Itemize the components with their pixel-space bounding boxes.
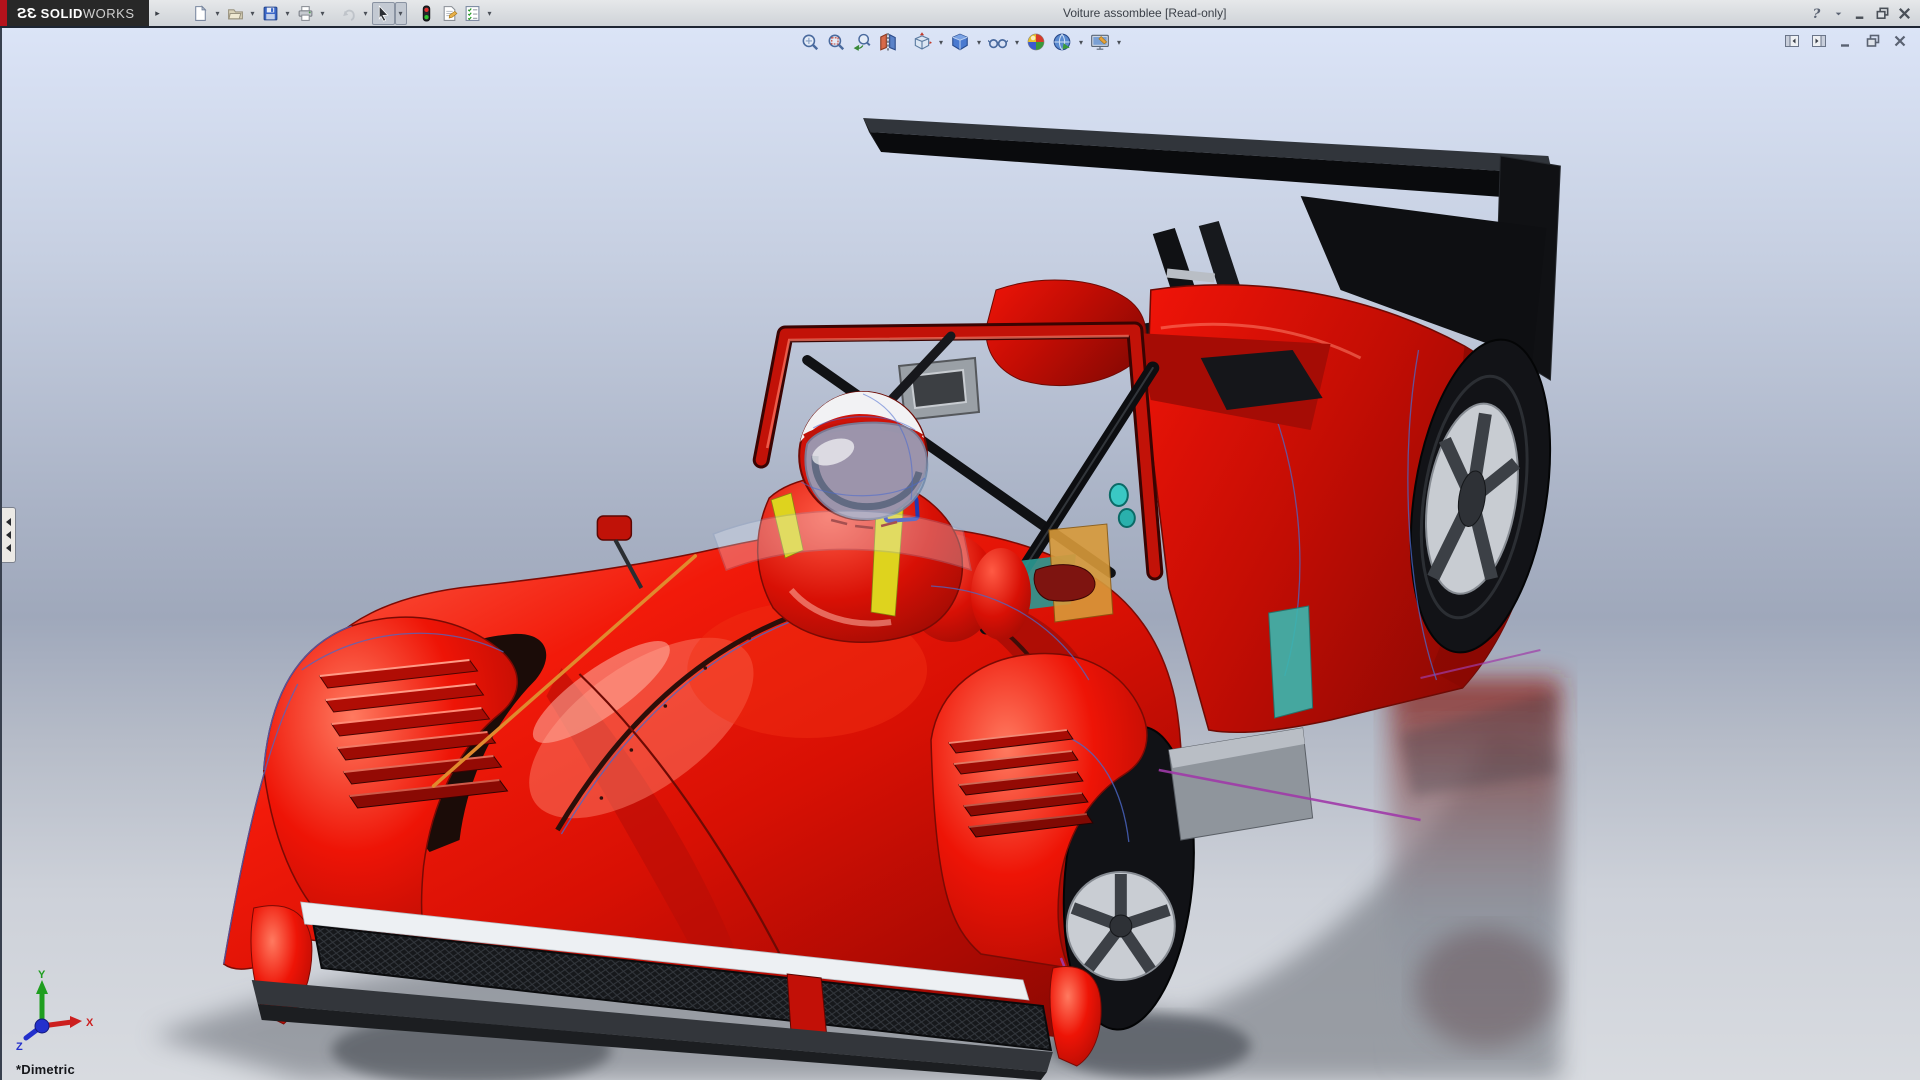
hide-show-items-button[interactable] [985, 30, 1011, 54]
view-settings-dropdown[interactable]: ▾ [1113, 30, 1125, 54]
open-icon [227, 5, 244, 22]
display-style-dropdown[interactable]: ▾ [973, 30, 985, 54]
display-style-button[interactable] [947, 30, 973, 54]
toggle-right-pane-icon [1811, 33, 1827, 49]
new-document-dropdown[interactable]: ▾ [212, 2, 224, 25]
help-icon: ? [1809, 6, 1824, 21]
document-window-controls [1782, 32, 1910, 50]
options-button[interactable] [461, 2, 484, 25]
intake-housing [897, 356, 981, 422]
options-dropdown[interactable]: ▾ [484, 2, 496, 25]
logo-brand-bold: SOLID [40, 5, 83, 21]
apply-scene-button[interactable] [1049, 30, 1075, 54]
standard-toolbar: ▾ ▾ ▾ ▾ ▾ ▾ ▾ [189, 0, 496, 26]
window-controls: ? [1806, 0, 1914, 26]
title-bar: ЗS SOLID WORKS ▸ ▾ ▾ ▾ ▾ ▾ ▾ ▾ Voiture assomble… [0, 0, 1920, 28]
collapse-arrow-icon [6, 531, 11, 539]
hide-show-items-icon [988, 32, 1008, 52]
window-close-button[interactable] [1894, 3, 1914, 23]
window-restore-icon [1875, 6, 1890, 21]
save-button[interactable] [259, 2, 282, 25]
select-button[interactable] [371, 1, 395, 25]
logo-brand-light: WORKS [82, 5, 135, 21]
model-render[interactable] [2, 28, 1920, 1080]
toggle-right-pane-button[interactable] [1809, 32, 1829, 50]
collapse-arrow-icon [6, 544, 11, 552]
doc-close-button[interactable] [1890, 32, 1910, 50]
save-dropdown[interactable]: ▾ [282, 2, 294, 25]
headsup-view-toolbar: ▾ ▾ ▾ ▾ ▾ [797, 30, 1125, 54]
open-button[interactable] [224, 2, 247, 25]
window-close-icon [1897, 6, 1912, 21]
section-view-icon [878, 32, 898, 52]
doc-restore-button[interactable] [1863, 32, 1883, 50]
view-orientation-label: *Dimetric [16, 1062, 75, 1077]
previous-view-button[interactable] [849, 30, 875, 54]
svg-text:?: ? [1812, 7, 1820, 21]
display-style-icon [950, 32, 970, 52]
window-restore-button[interactable] [1872, 3, 1892, 23]
section-view-button[interactable] [875, 30, 901, 54]
triad-x-label: X [86, 1017, 94, 1029]
doc-close-icon [1892, 33, 1908, 49]
toggle-left-pane-button[interactable] [1782, 32, 1802, 50]
logo-glyph: ЗS [17, 4, 37, 22]
help-dropdown-button[interactable] [1828, 3, 1848, 23]
collapse-arrow-icon [6, 518, 11, 526]
view-orientation-dropdown[interactable]: ▾ [935, 30, 947, 54]
open-dropdown[interactable]: ▾ [247, 2, 259, 25]
print-icon [297, 5, 314, 22]
rebuild-icon [418, 5, 435, 22]
help-dropdown-icon [1831, 6, 1846, 21]
select-dropdown[interactable]: ▾ [394, 1, 407, 25]
apply-scene-dropdown[interactable]: ▾ [1075, 30, 1087, 54]
select-icon [375, 4, 392, 22]
doc-minimize-icon [1838, 33, 1854, 49]
apply-scene-icon [1052, 32, 1072, 52]
view-settings-icon [1090, 32, 1110, 52]
options-icon [464, 5, 481, 22]
right-mirror [1033, 564, 1096, 602]
graphics-viewport[interactable]: ▾ ▾ ▾ ▾ ▾ Y X Z *Dimetric [0, 28, 1920, 1080]
edit-appearance-icon [1026, 32, 1046, 52]
print-dropdown[interactable]: ▾ [317, 2, 329, 25]
view-orientation-icon [912, 32, 932, 52]
featuremanager-collapsed-tab[interactable] [2, 507, 16, 563]
view-orientation-button[interactable] [909, 30, 935, 54]
doc-restore-icon [1865, 33, 1881, 49]
view-settings-button[interactable] [1087, 30, 1113, 54]
print-button[interactable] [294, 2, 317, 25]
new-document-button[interactable] [189, 2, 212, 25]
save-icon [262, 5, 279, 22]
window-minimize-icon [1853, 6, 1868, 21]
help-button[interactable]: ? [1806, 3, 1826, 23]
logo-accent-strip [0, 0, 7, 26]
toggle-left-pane-icon [1784, 33, 1800, 49]
undo-icon [340, 5, 357, 22]
menu-expand-arrow[interactable]: ▸ [151, 3, 165, 23]
new-document-icon [192, 4, 209, 22]
doc-minimize-button[interactable] [1836, 32, 1856, 50]
zoom-to-area-icon [826, 32, 846, 52]
solidworks-logo: ЗS SOLID WORKS [0, 0, 149, 26]
zoom-to-fit-button[interactable] [797, 30, 823, 54]
undo-dropdown[interactable]: ▾ [360, 2, 372, 25]
window-minimize-button[interactable] [1850, 3, 1870, 23]
file-properties-icon [441, 5, 458, 22]
undo-button[interactable] [337, 2, 360, 25]
triad-y-label: Y [38, 970, 46, 981]
hide-show-items-dropdown[interactable]: ▾ [1011, 30, 1023, 54]
previous-view-icon [852, 32, 872, 52]
solidworks-window: ЗS SOLID WORKS ▸ ▾ ▾ ▾ ▾ ▾ ▾ ▾ Voiture assomble… [0, 0, 1920, 1080]
zoom-to-area-button[interactable] [823, 30, 849, 54]
orientation-triad: Y X Z [16, 970, 94, 1053]
file-properties-button[interactable] [438, 2, 461, 25]
triad-z-label: Z [16, 1041, 23, 1053]
window-title: Voiture assomblee [Read-only] [1063, 6, 1227, 20]
zoom-to-fit-icon [800, 32, 820, 52]
edit-appearance-button[interactable] [1023, 30, 1049, 54]
rebuild-button[interactable] [415, 2, 438, 25]
